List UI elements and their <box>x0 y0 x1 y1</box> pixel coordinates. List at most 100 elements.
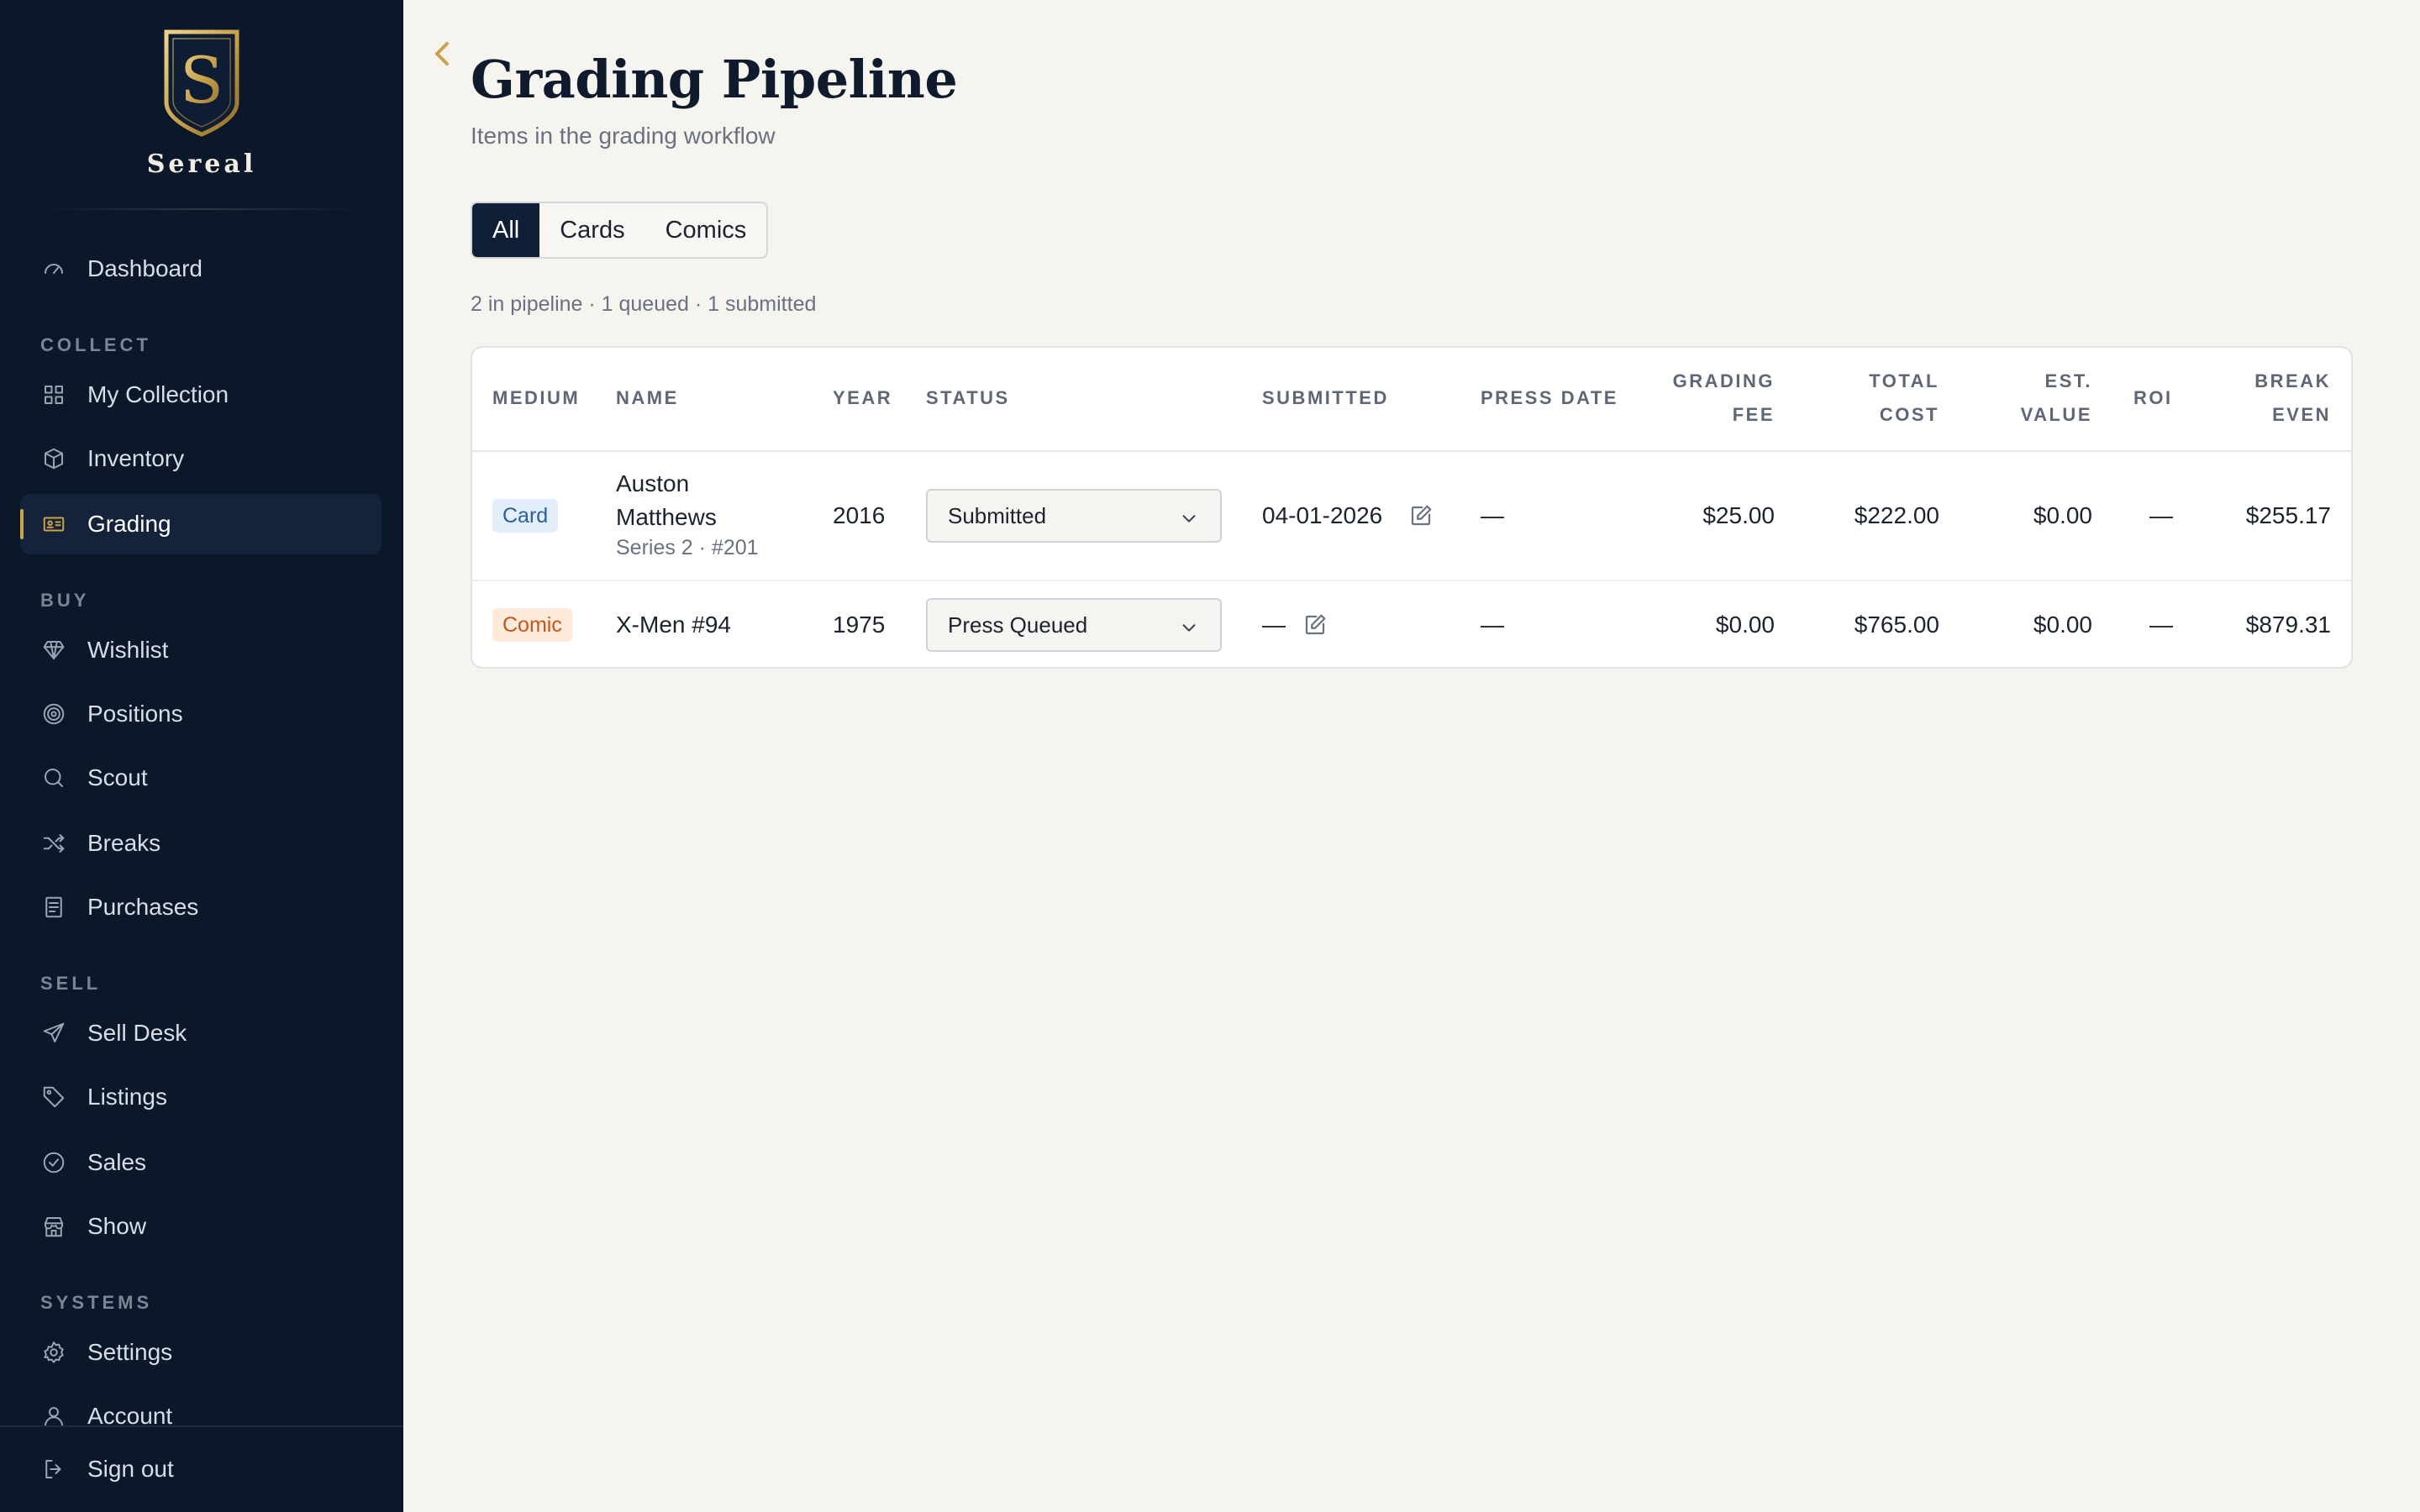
break-even: $879.31 <box>2245 612 2331 638</box>
filter-cards[interactable]: Cards <box>539 203 644 257</box>
sidebar-item-my-collection[interactable]: My Collection <box>20 365 381 425</box>
break-even: $255.17 <box>2245 502 2331 528</box>
sidebar-item-label: Show <box>87 1213 147 1239</box>
est-value: $0.00 <box>2033 612 2092 638</box>
sidebar-item-show[interactable]: Show <box>20 1196 381 1257</box>
chevron-left-icon <box>435 42 449 66</box>
page-subtitle: Items in the grading workflow <box>471 123 776 149</box>
column-header-line: FEE <box>1732 404 1775 425</box>
column-header-total-cost[interactable]: TOTAL COST <box>1788 348 1939 432</box>
column-header-line: COST <box>1879 404 1939 425</box>
column-header-press-date[interactable]: PRESS DATE <box>1481 381 1618 415</box>
filter-comics[interactable]: Comics <box>645 203 767 257</box>
gear-icon <box>40 1339 67 1366</box>
search-icon <box>40 764 67 791</box>
check-circle-icon <box>40 1149 67 1176</box>
sidebar-item-label: Listings <box>87 1084 167 1110</box>
sidebar-item-positions[interactable]: Positions <box>20 684 381 744</box>
item-name[interactable]: Matthews <box>616 501 717 534</box>
brand-divider <box>40 208 363 210</box>
filter-all[interactable]: All <box>472 203 540 257</box>
item-name[interactable]: Auston <box>616 467 689 501</box>
target-icon <box>40 701 67 727</box>
svg-text:S: S <box>180 43 224 118</box>
nav-section-collect: COLLECT <box>40 334 151 355</box>
press-date: — <box>1481 502 1504 528</box>
sidebar-item-wishlist[interactable]: Wishlist <box>20 620 381 680</box>
column-header-year[interactable]: YEAR <box>833 381 892 415</box>
pipeline-summary: 2 in pipeline · 1 queued · 1 submitted <box>471 292 817 316</box>
grid-icon <box>40 381 67 408</box>
sidebar-item-label: Dashboard <box>87 255 203 281</box>
sidebar-item-purchases[interactable]: Purchases <box>20 877 381 937</box>
sidebar-item-label: Positions <box>87 701 183 727</box>
medium-badge-card: Card <box>492 499 559 533</box>
id-card-icon <box>40 511 67 538</box>
column-header-break-even[interactable]: BREAK EVEN <box>2196 348 2331 432</box>
brand: S Sereal <box>0 25 403 179</box>
sidebar-item-breaks[interactable]: Breaks <box>20 813 381 874</box>
sidebar: S Sereal Dashboard COLLECT My Collection… <box>0 0 403 1512</box>
sidebar-item-sales[interactable]: Sales <box>20 1132 381 1193</box>
shield-logo-icon: S <box>164 29 239 137</box>
sidebar-item-label: Wishlist <box>87 637 169 663</box>
sidebar-item-dashboard[interactable]: Dashboard <box>20 239 381 299</box>
item-year: 2016 <box>833 502 886 528</box>
status-select-value: Submitted <box>948 502 1047 528</box>
column-header-line: EST. <box>2044 370 2092 391</box>
sidebar-item-label: Scout <box>87 764 148 790</box>
column-header-est-value[interactable]: EST. VALUE <box>1958 348 2092 432</box>
column-header-status[interactable]: STATUS <box>926 381 1010 415</box>
column-header-line: TOTAL <box>1869 370 1939 391</box>
nav-section-buy: BUY <box>40 590 90 611</box>
grading-table: MEDIUM NAME YEAR STATUS SUBMITTED PRESS … <box>471 346 2353 669</box>
column-header-line: EVEN <box>2272 404 2331 425</box>
sidebar-item-label: Inventory <box>87 445 185 471</box>
sidebar-item-label: Sign out <box>87 1456 174 1482</box>
column-header-medium[interactable]: MEDIUM <box>492 381 580 415</box>
column-header-line: BREAK <box>2254 370 2331 391</box>
tag-icon <box>40 1084 67 1110</box>
header-divider <box>472 450 2351 452</box>
sidebar-item-listings[interactable]: Listings <box>20 1067 381 1127</box>
sidebar-item-label: Sales <box>87 1149 147 1175</box>
column-header-submitted[interactable]: SUBMITTED <box>1262 381 1389 415</box>
signout-bar: Sign out <box>0 1425 403 1512</box>
roi: — <box>2149 612 2173 638</box>
total-cost: $222.00 <box>1854 502 1939 528</box>
submitted-date: — <box>1262 612 1286 638</box>
status-select[interactable]: Press Queued <box>926 598 1222 652</box>
column-header-line: GRADING <box>1672 370 1775 391</box>
medium-badge-comic: Comic <box>492 608 572 642</box>
grading-fee: $0.00 <box>1715 612 1775 638</box>
item-detail: Series 2 · #201 <box>616 536 759 559</box>
column-header-name[interactable]: NAME <box>616 381 679 415</box>
sidebar-item-label: Breaks <box>87 830 161 856</box>
sidebar-item-label: Grading <box>87 511 171 537</box>
sign-out-button[interactable]: Sign out <box>20 1439 381 1499</box>
medium-filter: All Cards Comics <box>471 202 769 259</box>
back-button[interactable] <box>432 39 452 69</box>
status-select[interactable]: Submitted <box>926 489 1222 543</box>
sidebar-item-inventory[interactable]: Inventory <box>20 428 381 489</box>
sidebar-item-sell-desk[interactable]: Sell Desk <box>20 1003 381 1063</box>
logout-icon <box>40 1456 67 1483</box>
item-name[interactable]: X-Men #94 <box>616 608 731 642</box>
gem-icon <box>40 637 67 664</box>
sidebar-item-scout[interactable]: Scout <box>20 748 381 808</box>
sidebar-item-label: My Collection <box>87 381 229 407</box>
edit-icon[interactable] <box>1408 503 1434 528</box>
column-header-grading-fee[interactable]: GRADING FEE <box>1607 348 1775 432</box>
chevron-down-icon <box>1180 617 1198 635</box>
est-value: $0.00 <box>2033 502 2092 528</box>
column-header-line: VALUE <box>2020 404 2092 425</box>
submitted-date: 04-01-2026 <box>1262 502 1383 528</box>
edit-icon[interactable] <box>1302 612 1328 638</box>
sidebar-item-settings[interactable]: Settings <box>20 1322 381 1383</box>
total-cost: $765.00 <box>1854 612 1939 638</box>
page-title: Grading Pipeline <box>471 49 958 110</box>
column-header-roi[interactable]: ROI <box>2133 381 2173 415</box>
row-divider <box>472 580 2351 581</box>
sidebar-item-grading[interactable]: Grading <box>20 494 381 554</box>
nav-section-sell: SELL <box>40 973 102 994</box>
